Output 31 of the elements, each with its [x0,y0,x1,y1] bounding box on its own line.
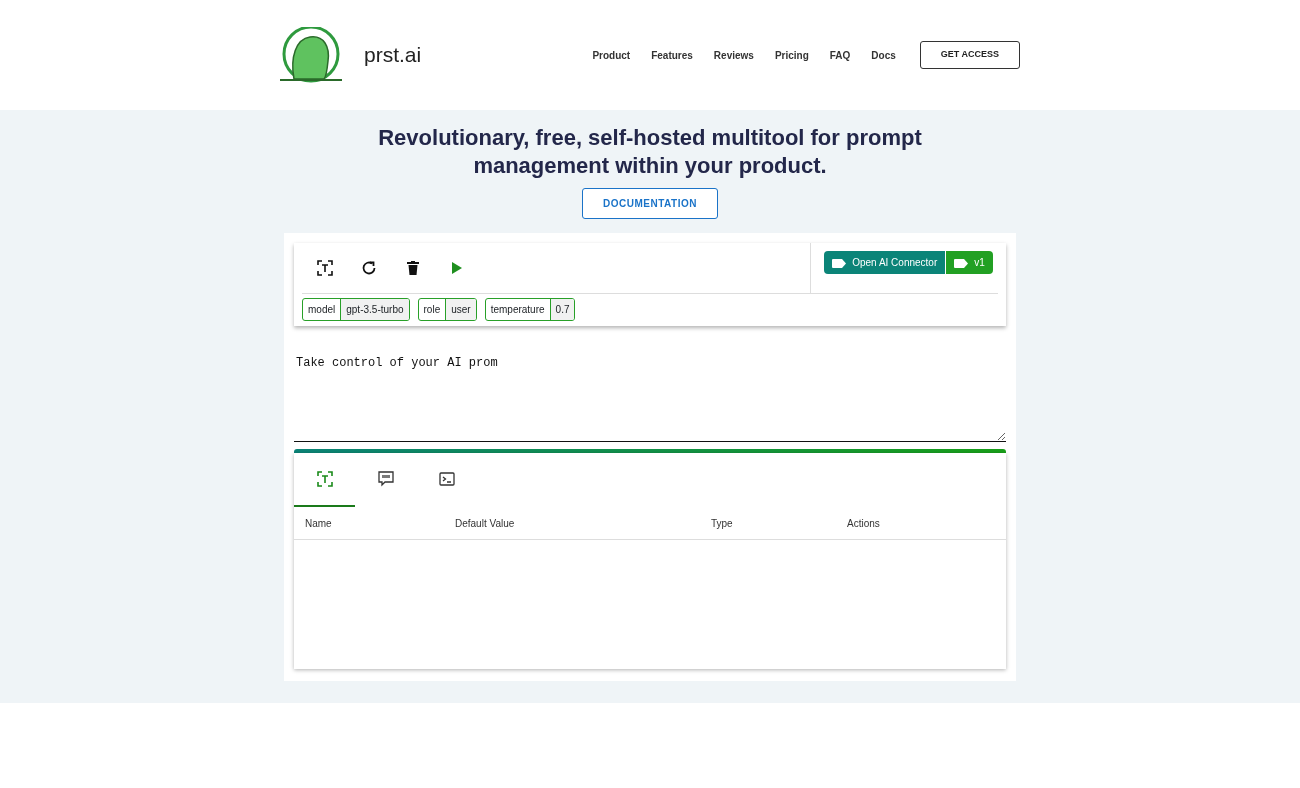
parameter-value: user [445,299,476,320]
variable-icon [316,471,333,487]
nav-link[interactable]: Features [651,47,693,63]
parameter-value: gpt-3.5-turbo [340,299,409,320]
tag-icon [954,258,969,268]
parameter-name: temperature [489,303,546,317]
parameter-name: role [422,303,442,317]
terminal-icon [438,472,455,486]
column-header: Default Value [454,516,516,531]
nav-link[interactable]: Reviews [713,47,754,63]
column-header: Actions [846,516,881,531]
speech-bubble-icon [377,471,394,487]
column-header: Type [710,516,734,531]
variable-icon [317,260,333,276]
mascot-logo-icon [280,27,342,83]
nav-link[interactable]: Product [592,47,631,63]
play-icon [452,262,462,274]
nav-link[interactable]: Docs [871,47,896,63]
get-access-button[interactable]: GET ACCESS [919,41,1020,69]
connector-tag[interactable]: Open AI Connector [824,251,946,274]
parameter-name: model [307,303,337,317]
tag-icon [832,258,847,268]
nav-link[interactable]: FAQ [829,47,851,63]
hero-title: Revolutionary, free, self-hosted multitool for prompt management within your product. [377,124,923,180]
documentation-button[interactable]: DOCUMENTATION [582,188,718,219]
column-header: Name [304,516,333,531]
refresh-icon [361,260,377,276]
brand-name: prst.ai [364,42,422,69]
parameter-value: 0.7 [549,299,575,320]
trash-icon [407,261,419,275]
nav-link[interactable]: Pricing [774,47,809,63]
